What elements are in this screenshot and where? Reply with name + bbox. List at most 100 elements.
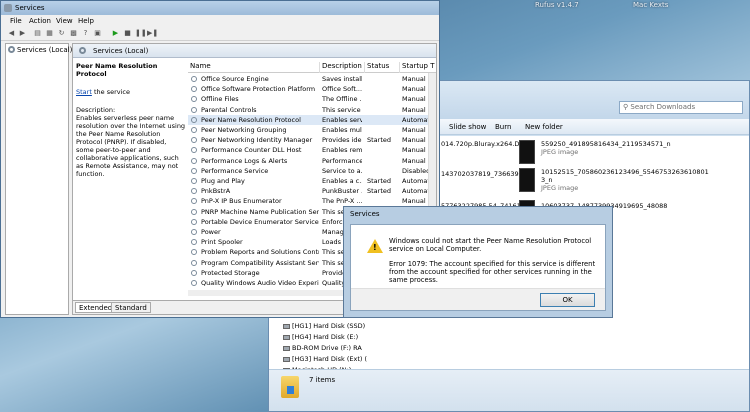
forward-arrow-icon[interactable]: ▶ (18, 29, 27, 38)
gear-icon (191, 218, 197, 225)
restart-service-icon[interactable]: ▶❚ (147, 29, 158, 38)
dialog-message-error: Error 1079: The account specified for th… (389, 260, 596, 284)
desktop-label-rufus[interactable]: Rufus v1.4.7 (535, 1, 579, 9)
tab-standard[interactable]: Standard (111, 302, 151, 313)
start-service-link[interactable]: Start (76, 88, 92, 96)
service-description: Service to a... (322, 166, 362, 175)
image-thumbnail[interactable] (519, 140, 535, 164)
table-row[interactable]: Peer Networking Identity Manager Provides… (188, 135, 436, 145)
menu-view[interactable]: View (56, 17, 73, 25)
table-row[interactable]: PnkBstrAPunkBuster ...StartedAutomatic (188, 186, 436, 196)
ok-button[interactable]: OK (540, 293, 595, 307)
column-header-status[interactable]: Status (364, 62, 389, 73)
service-status: Started (367, 136, 392, 145)
burn-button[interactable]: Burn (495, 123, 511, 131)
table-row[interactable]: Office Software Protection Platform Offic… (188, 84, 436, 94)
list-item[interactable]: 10152515_705860236123496_554675326361080… (541, 168, 709, 192)
service-name: Office Software Protection Platform (201, 85, 316, 94)
drive-item[interactable]: BD-ROM Drive (F:) RA (283, 344, 362, 352)
pane-header: Services (Local) (73, 44, 436, 58)
drive-item[interactable]: [HG1] Hard Disk (SSD) (283, 322, 365, 330)
file-name: 559250_491895816434_2119534571_n (541, 140, 671, 148)
export-list-icon[interactable]: ▩ (69, 29, 78, 38)
file-type: JPEG image (541, 148, 579, 156)
console-tree-icon[interactable]: ▤ (33, 29, 42, 38)
gear-icon (191, 249, 197, 256)
gear-icon (191, 86, 197, 93)
table-row[interactable]: Office Source EngineSaves install...Manu… (188, 74, 436, 84)
dialog-message-main: Windows could not start the Peer Name Re… (389, 237, 592, 253)
service-name: Print Spooler (201, 238, 243, 247)
menu-action[interactable]: Action (29, 17, 51, 25)
column-header-startup-type[interactable]: Startup T (399, 62, 434, 73)
new-folder-button[interactable]: New folder (525, 123, 563, 131)
table-row[interactable]: Performance ServiceService to a...Disabl… (188, 166, 436, 176)
hard-disk-icon (283, 323, 290, 329)
gear-icon (8, 46, 15, 53)
service-description: This service ... (322, 105, 362, 114)
title-bar[interactable]: Services (1, 1, 439, 15)
gear-icon (191, 178, 197, 184)
desktop-label-mac-kexts[interactable]: Mac Kexts (633, 1, 668, 9)
show-hide-icon[interactable]: ▣ (93, 29, 102, 38)
selected-service-name: Peer Name Resolution Protocol (76, 62, 158, 78)
menu-bar: File Action View Help (1, 15, 439, 27)
hard-disk-icon (283, 356, 290, 362)
slide-show-button[interactable]: Slide show (449, 123, 486, 131)
column-header-name[interactable]: Name (188, 62, 211, 73)
back-arrow-icon[interactable]: ◀ (7, 29, 16, 38)
gear-icon (191, 116, 197, 123)
menu-file[interactable]: File (10, 17, 22, 25)
gear-icon (191, 76, 197, 82)
menu-help[interactable]: Help (78, 17, 94, 25)
image-thumbnail[interactable] (519, 168, 535, 192)
service-description: Enables rem... (322, 146, 362, 155)
help-icon[interactable]: ? (81, 29, 90, 38)
status-bar: 7 items (269, 369, 749, 411)
drive-item[interactable]: [HG3] Hard Disk (Ext) ( (283, 355, 367, 363)
service-name: Performance Counter DLL Host (201, 146, 302, 155)
drive-label: BD-ROM Drive (F:) RA (292, 344, 362, 352)
service-description: Provides ide... (322, 136, 362, 145)
table-row[interactable]: Parental ControlsThis service ...Manual (188, 105, 436, 115)
service-name: Protected Storage (201, 268, 260, 277)
file-item-left[interactable]: 143702037819_7366392 (441, 170, 523, 178)
stop-service-icon[interactable]: ■ (123, 29, 132, 38)
properties-icon[interactable]: ▦ (45, 29, 54, 38)
error-dialog: Services ! Windows could not start the P… (343, 206, 613, 318)
table-row[interactable]: PnP-X IP Bus Enumerator The PnP-X ... Manu… (188, 196, 436, 206)
drive-item[interactable]: [HG4] Hard Disk (E:) (283, 333, 358, 341)
service-name: Performance Logs & Alerts (201, 156, 288, 165)
tree-item-services-local[interactable]: Services (Local) (8, 46, 72, 54)
gear-icon (191, 147, 197, 154)
gear-icon (191, 167, 197, 174)
gear-icon (191, 259, 197, 266)
pause-service-icon[interactable]: ❚❚ (135, 29, 147, 38)
service-name: Power (201, 228, 221, 236)
gear-icon (191, 229, 197, 235)
navigation-pane: [HG1] Hard Disk (SSD) [HG4] Hard Disk (E… (269, 321, 367, 374)
table-row[interactable]: Performance Logs & AlertsPerformance...M… (188, 156, 436, 166)
list-item[interactable]: 559250_491895816434_2119534571_n JPEG im… (541, 140, 691, 156)
gear-icon (191, 137, 197, 144)
column-header-description[interactable]: Description (319, 62, 362, 73)
file-item-left[interactable]: 014.720p.Bluray.x264.D (441, 140, 519, 148)
service-description: Enables mul... (322, 126, 362, 134)
gear-icon (191, 280, 197, 286)
table-row[interactable]: Offline Files The Offline ... Manual (188, 94, 436, 104)
service-description: Saves install... (322, 75, 362, 83)
table-row[interactable]: Peer Networking GroupingEnables mul...Ma… (188, 125, 436, 135)
service-description: Performance... (322, 156, 362, 165)
gear-icon (191, 269, 197, 276)
start-service-icon[interactable]: ▶ (111, 29, 120, 38)
service-name: Peer Name Resolution Protocol (201, 115, 301, 124)
service-description: The Offline ... (322, 95, 362, 104)
table-row[interactable]: Plug and Play Enables a c... Started Automa… (188, 176, 436, 186)
table-row[interactable]: Peer Name Resolution Protocol Enables ser… (188, 114, 436, 125)
services-app-icon (4, 4, 12, 12)
table-row[interactable]: Performance Counter DLL Host Enables rem.… (188, 145, 436, 155)
search-input[interactable]: ⚲ Search Downloads (619, 101, 743, 114)
service-name: Plug and Play (201, 177, 245, 185)
refresh-icon[interactable]: ↻ (57, 29, 66, 38)
dialog-button-bar: OK (351, 288, 605, 310)
